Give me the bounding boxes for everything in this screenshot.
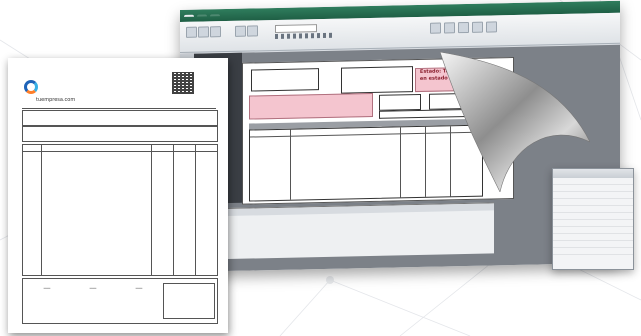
rule: [22, 108, 216, 109]
qr-code-icon: [172, 72, 194, 94]
ribbon-button-7[interactable]: [444, 22, 455, 34]
output-panel: [194, 202, 494, 260]
property-row[interactable]: [553, 206, 633, 213]
format-buttons-row[interactable]: [275, 32, 335, 40]
property-row[interactable]: [553, 234, 633, 241]
ribbon-button-1[interactable]: [186, 26, 197, 38]
totals-box: [163, 283, 215, 319]
tab-2[interactable]: [197, 14, 207, 17]
header-info-box: [22, 110, 218, 126]
ribbon-button-4[interactable]: [235, 25, 246, 37]
property-row[interactable]: [553, 241, 633, 248]
date-cell-1: [379, 93, 421, 111]
ribbon-button-10[interactable]: [486, 21, 497, 33]
footer-block-1: ━━━━: [43, 286, 51, 290]
tab-1[interactable]: [184, 14, 194, 17]
property-row[interactable]: [553, 185, 633, 192]
header-cell-left: [251, 68, 319, 92]
ribbon-button-8[interactable]: [458, 21, 469, 34]
tab-3[interactable]: [210, 14, 220, 17]
property-row[interactable]: [553, 220, 633, 227]
properties-panel: [552, 168, 634, 270]
ribbon-button-5[interactable]: [247, 25, 258, 37]
company-logo-icon: [24, 80, 38, 94]
properties-title: [553, 169, 633, 178]
ribbon-button-9[interactable]: [472, 21, 483, 33]
ribbon-button-3[interactable]: [210, 26, 221, 38]
property-row[interactable]: [553, 199, 633, 206]
output-panel-header: [194, 203, 494, 217]
property-row[interactable]: [553, 178, 633, 185]
invoice-paper: tuempresa.com ━━━━ ━━━━ ━━━━: [8, 58, 228, 333]
logo-text: tuempresa.com: [36, 97, 76, 103]
client-info-box: [22, 126, 218, 142]
property-row[interactable]: [553, 248, 633, 255]
footer-block-2: ━━━━: [89, 286, 97, 290]
footer-block-3: ━━━━: [135, 286, 143, 290]
items-table: [22, 144, 218, 276]
invoice-layout: tuempresa.com ━━━━ ━━━━ ━━━━: [22, 66, 218, 326]
property-row[interactable]: [553, 213, 633, 220]
issuer-fields-box: [249, 92, 373, 120]
header-cell-center: [341, 66, 413, 94]
ribbon-button-2[interactable]: [198, 26, 209, 38]
footer-box: ━━━━ ━━━━ ━━━━: [22, 278, 218, 324]
property-row[interactable]: [553, 227, 633, 234]
property-row[interactable]: [553, 192, 633, 199]
font-select[interactable]: [275, 24, 317, 34]
ribbon-button-6[interactable]: [430, 22, 441, 34]
